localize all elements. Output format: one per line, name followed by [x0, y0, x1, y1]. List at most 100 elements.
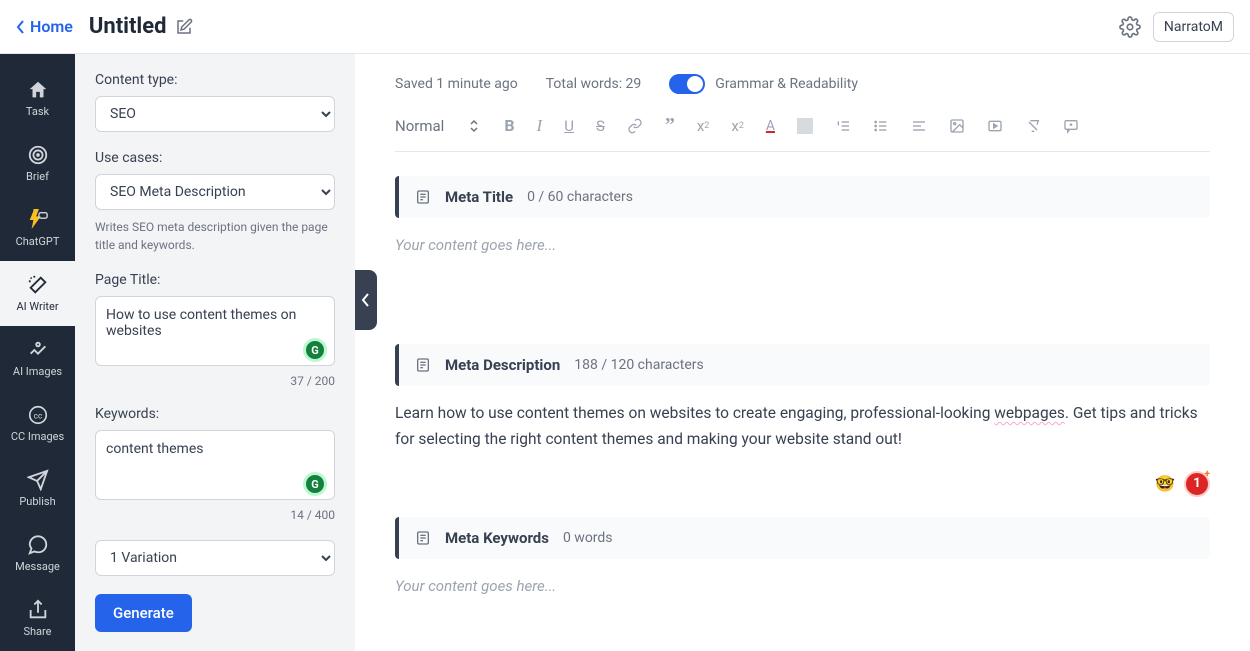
page-title-label: Page Title:: [95, 272, 335, 288]
main-layout: Task Brief ChatGPT AI Writer AI Images c…: [0, 54, 1250, 651]
keywords-counter: 14 / 400: [95, 508, 335, 522]
highlight-button[interactable]: [797, 118, 813, 134]
grammar-label: Grammar & Readability: [715, 76, 858, 92]
target-icon: [27, 144, 49, 166]
nav-label: Share: [23, 625, 51, 638]
grammar-toggle[interactable]: [669, 74, 705, 94]
chevron-updown-icon: [466, 118, 482, 134]
gear-icon[interactable]: [1119, 16, 1141, 38]
cc-icon: cc: [27, 404, 49, 426]
variation-select[interactable]: 1 Variation: [95, 540, 335, 576]
meta-keywords-block[interactable]: Meta Keywords 0 words: [395, 517, 1210, 559]
nav-label: AI Images: [13, 365, 62, 378]
app-header: Home Untitled NarratoM: [0, 0, 1250, 54]
spelling-error[interactable]: webpages: [994, 404, 1065, 422]
image-ai-icon: [27, 339, 49, 361]
home-link[interactable]: Home: [16, 17, 73, 36]
subscript-button[interactable]: x2: [697, 117, 710, 135]
nav-item-ai-writer[interactable]: AI Writer: [0, 261, 75, 326]
meta-desc-block[interactable]: Meta Description 188 / 120 characters: [395, 344, 1210, 386]
quote-button[interactable]: ”: [665, 114, 675, 137]
send-icon: [27, 469, 49, 491]
nav-item-publish[interactable]: Publish: [0, 456, 75, 521]
meta-keywords-content[interactable]: Your content goes here...: [395, 573, 1210, 635]
document-icon: [415, 357, 431, 373]
nav-label: ChatGPT: [16, 235, 60, 248]
content-type-select[interactable]: SEO: [95, 96, 335, 132]
edit-icon[interactable]: [175, 18, 193, 36]
nav-item-share[interactable]: Share: [0, 586, 75, 651]
nav-item-ai-images[interactable]: AI Images: [0, 326, 75, 391]
link-button[interactable]: [627, 118, 643, 134]
config-panel: Content type: SEO Use cases: SEO Meta De…: [75, 54, 355, 651]
nav-item-message[interactable]: Message: [0, 521, 75, 586]
magic-wand-icon: [27, 274, 49, 296]
keywords-input[interactable]: [95, 430, 335, 500]
meta-title-block[interactable]: Meta Title 0 / 60 characters: [395, 176, 1210, 218]
doc-title-text: Untitled: [89, 14, 167, 39]
reaction-badges: 🤓 1: [395, 471, 1210, 497]
use-cases-label: Use cases:: [95, 150, 335, 166]
generate-button[interactable]: Generate: [95, 594, 192, 632]
bolt-chat-icon: [27, 209, 49, 231]
image-button[interactable]: [949, 118, 965, 134]
clear-format-button[interactable]: [1025, 118, 1041, 134]
ordered-list-button[interactable]: [835, 118, 851, 134]
model-select[interactable]: NarratoM: [1153, 12, 1234, 42]
home-icon: [27, 79, 49, 101]
block-title: Meta Description: [445, 356, 560, 374]
comment-button[interactable]: [1063, 118, 1079, 134]
nav-label: AI Writer: [16, 300, 58, 313]
keywords-label: Keywords:: [95, 406, 335, 422]
bold-button[interactable]: B: [504, 116, 514, 135]
share-icon: [27, 599, 49, 621]
page-title-input[interactable]: [95, 296, 335, 366]
use-cases-hint: Writes SEO meta description given the pa…: [95, 218, 335, 254]
format-select[interactable]: Normal: [395, 117, 482, 135]
editor-panel: Saved 1 minute ago Total words: 29 Gramm…: [355, 54, 1250, 651]
nav-label: Task: [26, 105, 49, 118]
italic-button[interactable]: I: [537, 116, 543, 136]
svg-text:cc: cc: [33, 412, 42, 422]
bullet-list-button[interactable]: [873, 118, 889, 134]
nav-item-brief[interactable]: Brief: [0, 131, 75, 196]
underline-button[interactable]: U: [564, 117, 574, 135]
nav-item-chatgpt[interactable]: ChatGPT: [0, 196, 75, 261]
nerd-emoji-badge[interactable]: 🤓: [1152, 471, 1178, 497]
message-icon: [27, 534, 49, 556]
block-title: Meta Title: [445, 188, 513, 206]
alert-count-badge[interactable]: 1: [1184, 471, 1210, 497]
word-count: Total words: 29: [546, 76, 642, 92]
document-icon: [415, 530, 431, 546]
block-meta: 188 / 120 characters: [574, 357, 703, 373]
nav-label: Publish: [19, 495, 55, 508]
collapse-handle[interactable]: [355, 270, 377, 330]
nav-label: Message: [15, 560, 60, 573]
editor-toolbar: Normal B I U S ” x2 x2 A: [395, 114, 1210, 152]
grammarly-icon[interactable]: G: [303, 472, 327, 496]
home-link-label: Home: [30, 17, 73, 36]
nav-label: Brief: [26, 170, 49, 183]
superscript-button[interactable]: x2: [731, 117, 744, 135]
editor-header: Saved 1 minute ago Total words: 29 Gramm…: [395, 74, 1210, 94]
strike-button[interactable]: S: [596, 117, 605, 135]
block-title: Meta Keywords: [445, 529, 549, 547]
text-color-button[interactable]: A: [766, 118, 775, 134]
header-right: NarratoM: [1119, 12, 1234, 42]
nav-item-cc-images[interactable]: cc CC Images: [0, 391, 75, 456]
doc-title[interactable]: Untitled: [89, 14, 193, 39]
block-meta: 0 words: [563, 530, 613, 546]
nav-item-task[interactable]: Task: [0, 66, 75, 131]
video-button[interactable]: [987, 118, 1003, 134]
meta-title-content[interactable]: Your content goes here...: [395, 232, 1210, 344]
saved-status: Saved 1 minute ago: [395, 76, 518, 92]
grammarly-icon[interactable]: G: [303, 338, 327, 362]
chevron-left-icon: [16, 20, 26, 34]
align-button[interactable]: [911, 118, 927, 134]
meta-desc-content[interactable]: Learn how to use content themes on websi…: [395, 400, 1210, 481]
chevron-left-icon: [361, 293, 371, 307]
header-left: Home Untitled: [16, 14, 193, 39]
use-cases-select[interactable]: SEO Meta Description: [95, 174, 335, 210]
nav-label: CC Images: [11, 430, 64, 443]
block-meta: 0 / 60 characters: [527, 189, 633, 205]
